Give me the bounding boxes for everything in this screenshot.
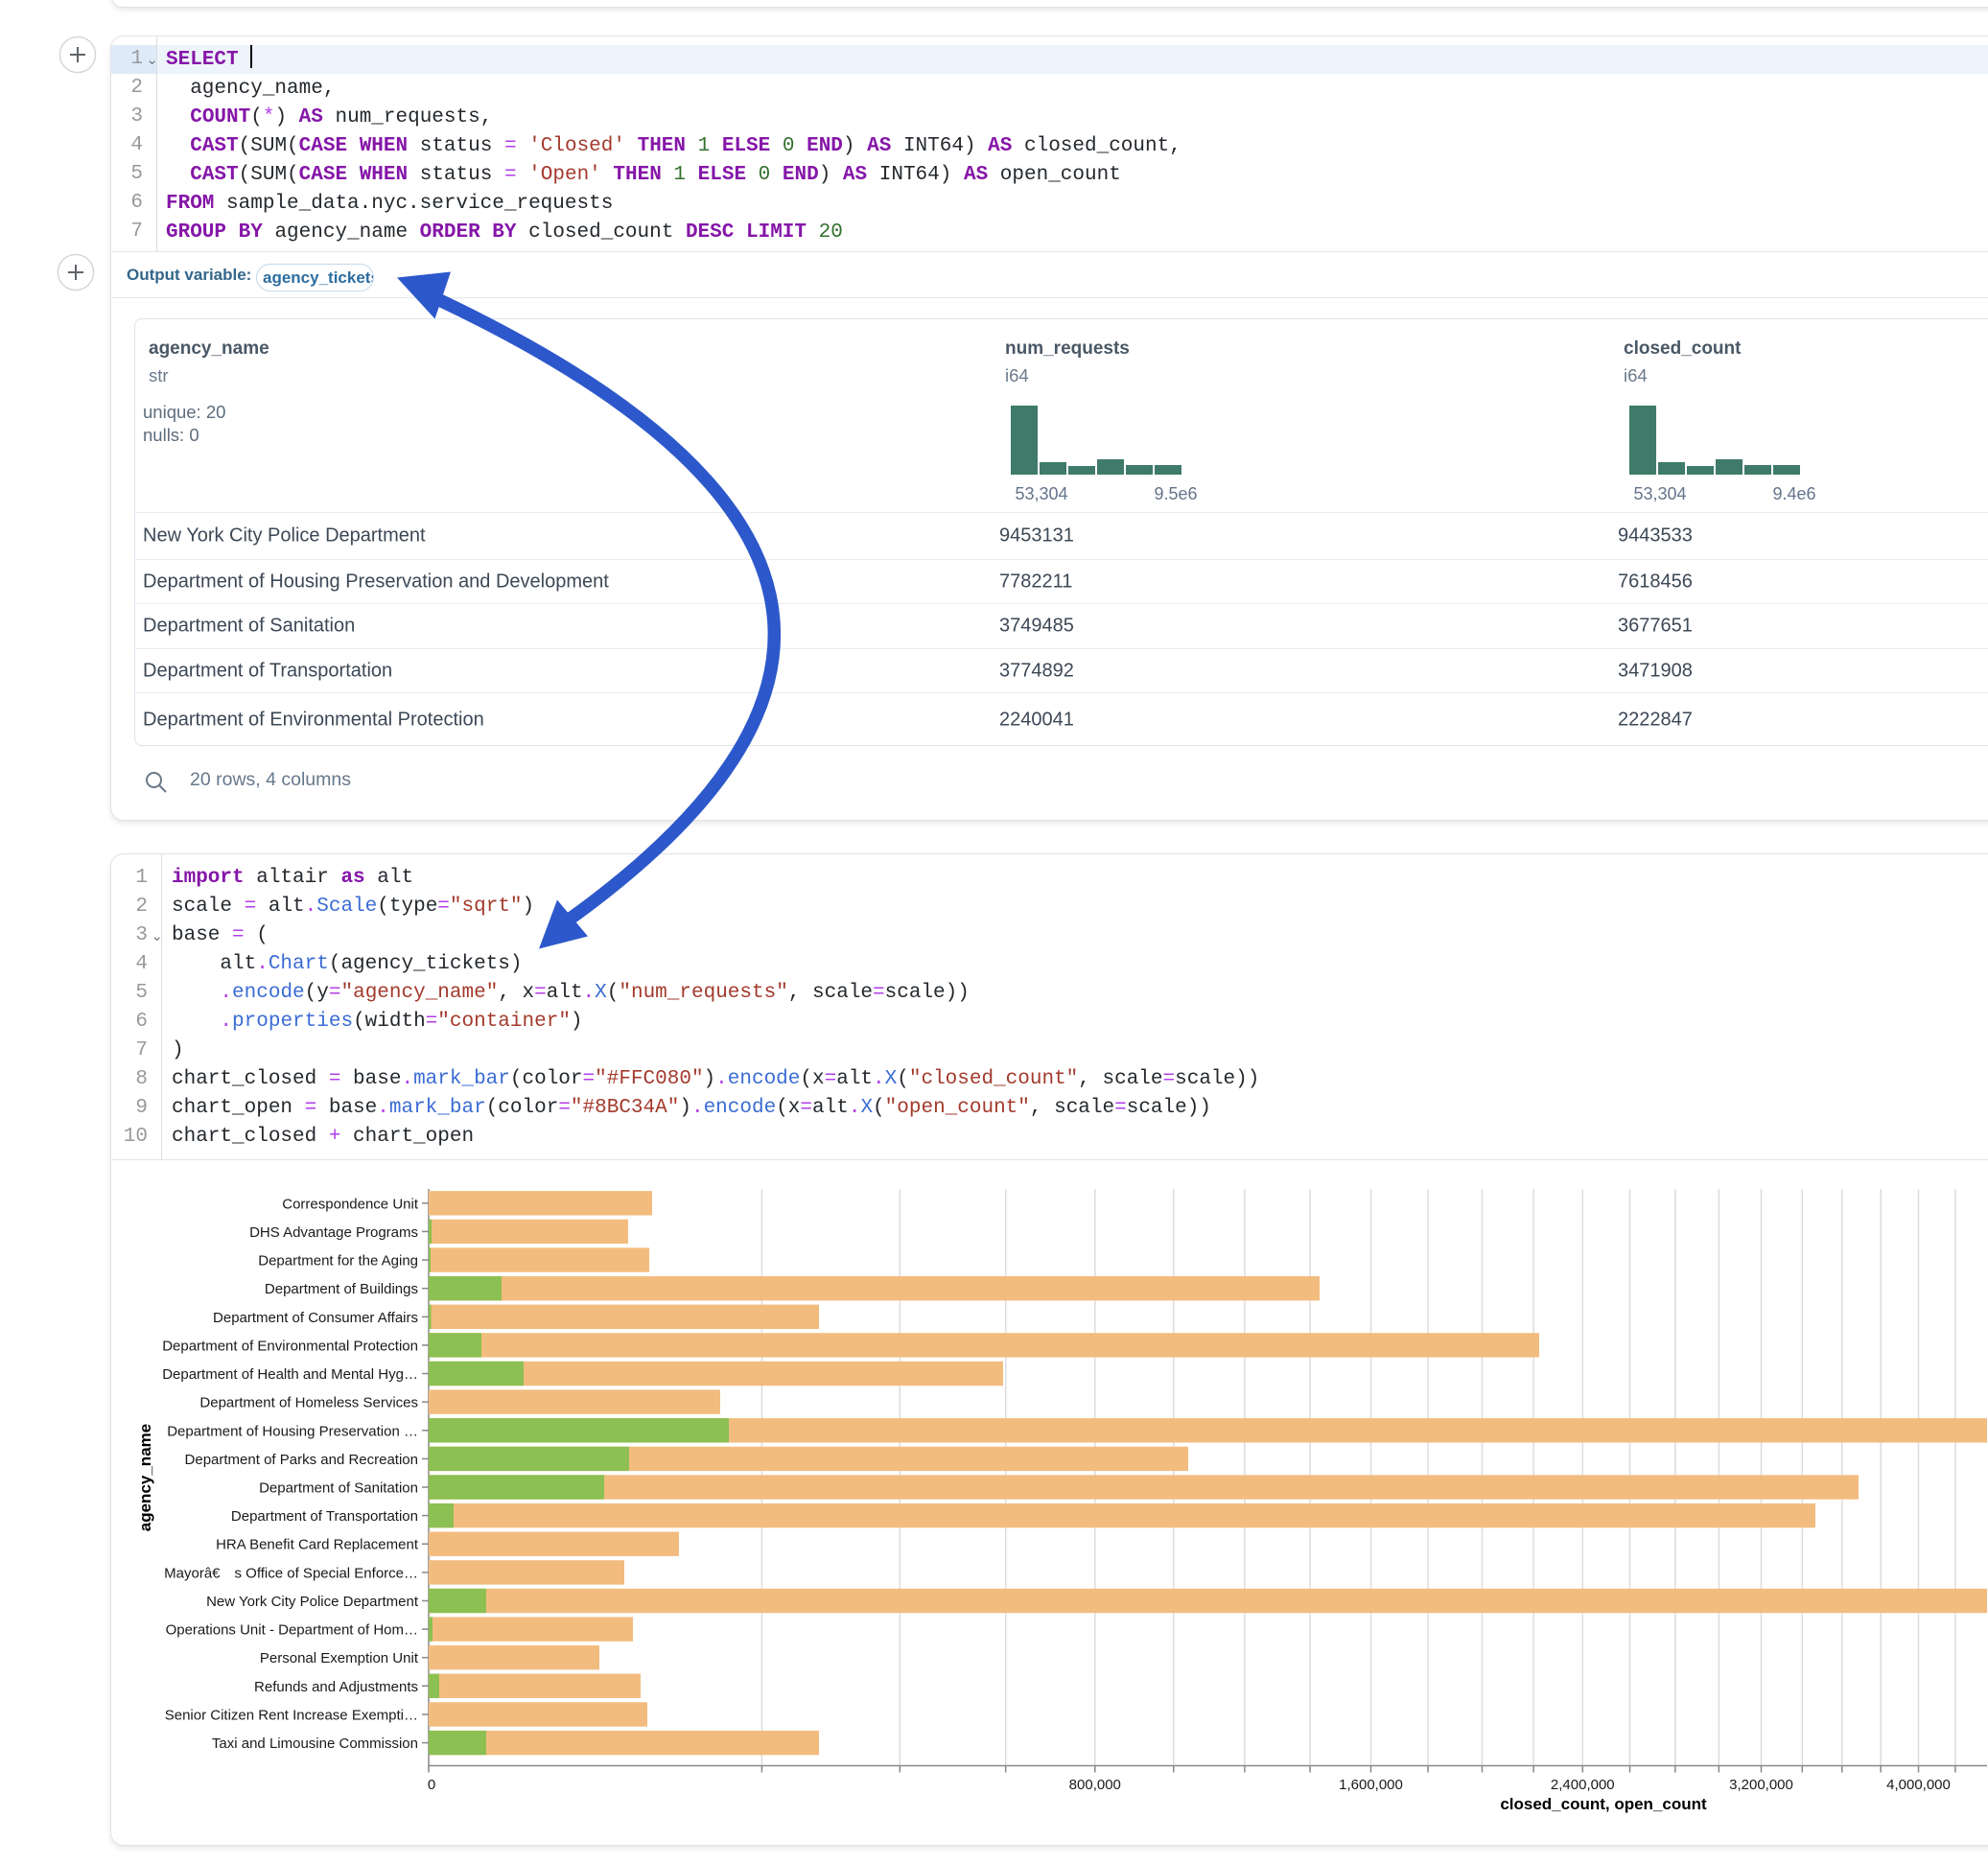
svg-text:Department of Parks and Recrea: Department of Parks and Recreation: [185, 1452, 418, 1468]
svg-text:New York City Police Departmen: New York City Police Department: [206, 1594, 419, 1610]
svg-text:3,200,000: 3,200,000: [1729, 1777, 1793, 1793]
svg-text:800,000: 800,000: [1069, 1777, 1121, 1793]
svg-text:Department of Health and Menta: Department of Health and Mental Hyg…: [162, 1366, 418, 1383]
svg-text:closed_count, open_count: closed_count, open_count: [1500, 1795, 1707, 1813]
svg-text:Mayorâ€ s Office of Special En: Mayorâ€ s Office of Special Enforce…: [164, 1565, 418, 1581]
svg-text:Department of Transportation: Department of Transportation: [231, 1508, 418, 1525]
svg-text:Taxi and Limousine Commission: Taxi and Limousine Commission: [212, 1736, 418, 1752]
svg-text:Department of Environmental Pr: Department of Environmental Protection: [162, 1338, 418, 1354]
svg-text:Department of Homeless Service: Department of Homeless Services: [199, 1395, 418, 1411]
svg-text:agency_name: agency_name: [136, 1424, 154, 1531]
svg-text:Department for the Aging: Department for the Aging: [258, 1253, 418, 1270]
svg-text:Personal Exemption Unit: Personal Exemption Unit: [260, 1650, 419, 1666]
svg-text:Correspondence Unit: Correspondence Unit: [282, 1196, 419, 1212]
svg-text:Department of Sanitation: Department of Sanitation: [259, 1480, 418, 1497]
svg-text:Department of Consumer Affairs: Department of Consumer Affairs: [213, 1310, 418, 1326]
svg-text:HRA Benefit Card Replacement: HRA Benefit Card Replacement: [216, 1537, 419, 1553]
svg-text:1,600,000: 1,600,000: [1339, 1777, 1403, 1793]
svg-text:DHS Advantage Programs: DHS Advantage Programs: [249, 1224, 418, 1241]
svg-text:Refunds and Adjustments: Refunds and Adjustments: [254, 1679, 418, 1695]
svg-text:4,000,000: 4,000,000: [1886, 1777, 1951, 1793]
svg-text:Senior Citizen Rent Increase E: Senior Citizen Rent Increase Exempti…: [165, 1708, 418, 1724]
svg-text:Operations Unit - Department o: Operations Unit - Department of Hom…: [166, 1622, 418, 1639]
svg-text:Department of Housing Preserva: Department of Housing Preservation …: [167, 1423, 418, 1439]
svg-text:Department of Buildings: Department of Buildings: [265, 1281, 418, 1297]
svg-text:2,400,000: 2,400,000: [1551, 1777, 1615, 1793]
svg-text:0: 0: [428, 1777, 435, 1793]
